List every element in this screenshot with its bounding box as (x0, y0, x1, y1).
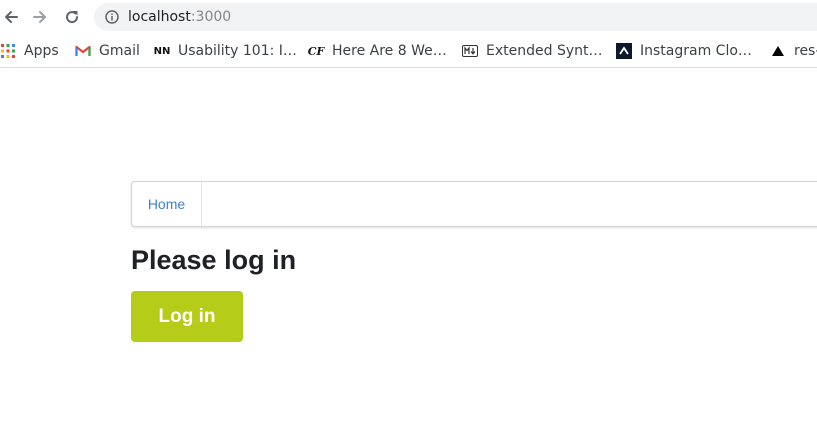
bookmarks-bar: Apps Gmail NN Usability 101: I… CF Here … (0, 34, 817, 68)
page-title: Please log in (131, 245, 297, 275)
bookmark-res[interactable]: res- (770, 41, 817, 61)
arrow-left-icon (5, 11, 18, 23)
bookmark-label: res- (794, 43, 817, 59)
nn-icon: NN (153, 45, 171, 57)
back-button[interactable] (0, 6, 22, 28)
bookmark-label: Apps (24, 43, 59, 59)
address-bar[interactable]: localhost:3000 (94, 3, 817, 31)
bookmark-usability[interactable]: NN Usability 101: I… (154, 41, 297, 61)
triangle-icon (770, 43, 786, 59)
bookmark-extended-syntax[interactable]: Extended Synt… (462, 41, 602, 61)
top-menu: Home (131, 181, 817, 227)
bookmark-apps[interactable]: Apps (0, 41, 59, 61)
bookmark-instagram-clone[interactable]: Instagram Clo… (616, 41, 752, 61)
bookmark-label: Gmail (99, 43, 140, 59)
login-button[interactable]: Log in (131, 291, 243, 342)
forward-button[interactable] (29, 6, 51, 28)
url-host: localhost (128, 9, 191, 25)
browser-toolbar: localhost:3000 (0, 0, 817, 34)
nav-home-link[interactable]: Home (132, 182, 202, 226)
arrow-right-icon (33, 11, 46, 23)
url-text: localhost:3000 (128, 9, 231, 25)
url-port: :3000 (190, 9, 232, 25)
cf-icon: CF (307, 44, 325, 58)
bookmark-label: Instagram Clo… (640, 43, 752, 59)
reload-button[interactable] (61, 6, 83, 28)
markdown-icon (462, 43, 478, 59)
bookmark-label: Here Are 8 We… (332, 43, 447, 59)
bookmark-gmail[interactable]: Gmail (75, 41, 140, 61)
bookmark-label: Extended Synt… (486, 43, 603, 59)
bookmark-label: Usability 101: I… (178, 43, 297, 59)
info-icon[interactable] (105, 10, 119, 24)
bookmark-here-are-8[interactable]: CF Here Are 8 We… (308, 41, 447, 61)
apps-grid-icon (0, 43, 16, 59)
caret-icon (616, 43, 632, 59)
gmail-icon (75, 43, 91, 59)
reload-icon (66, 11, 79, 24)
